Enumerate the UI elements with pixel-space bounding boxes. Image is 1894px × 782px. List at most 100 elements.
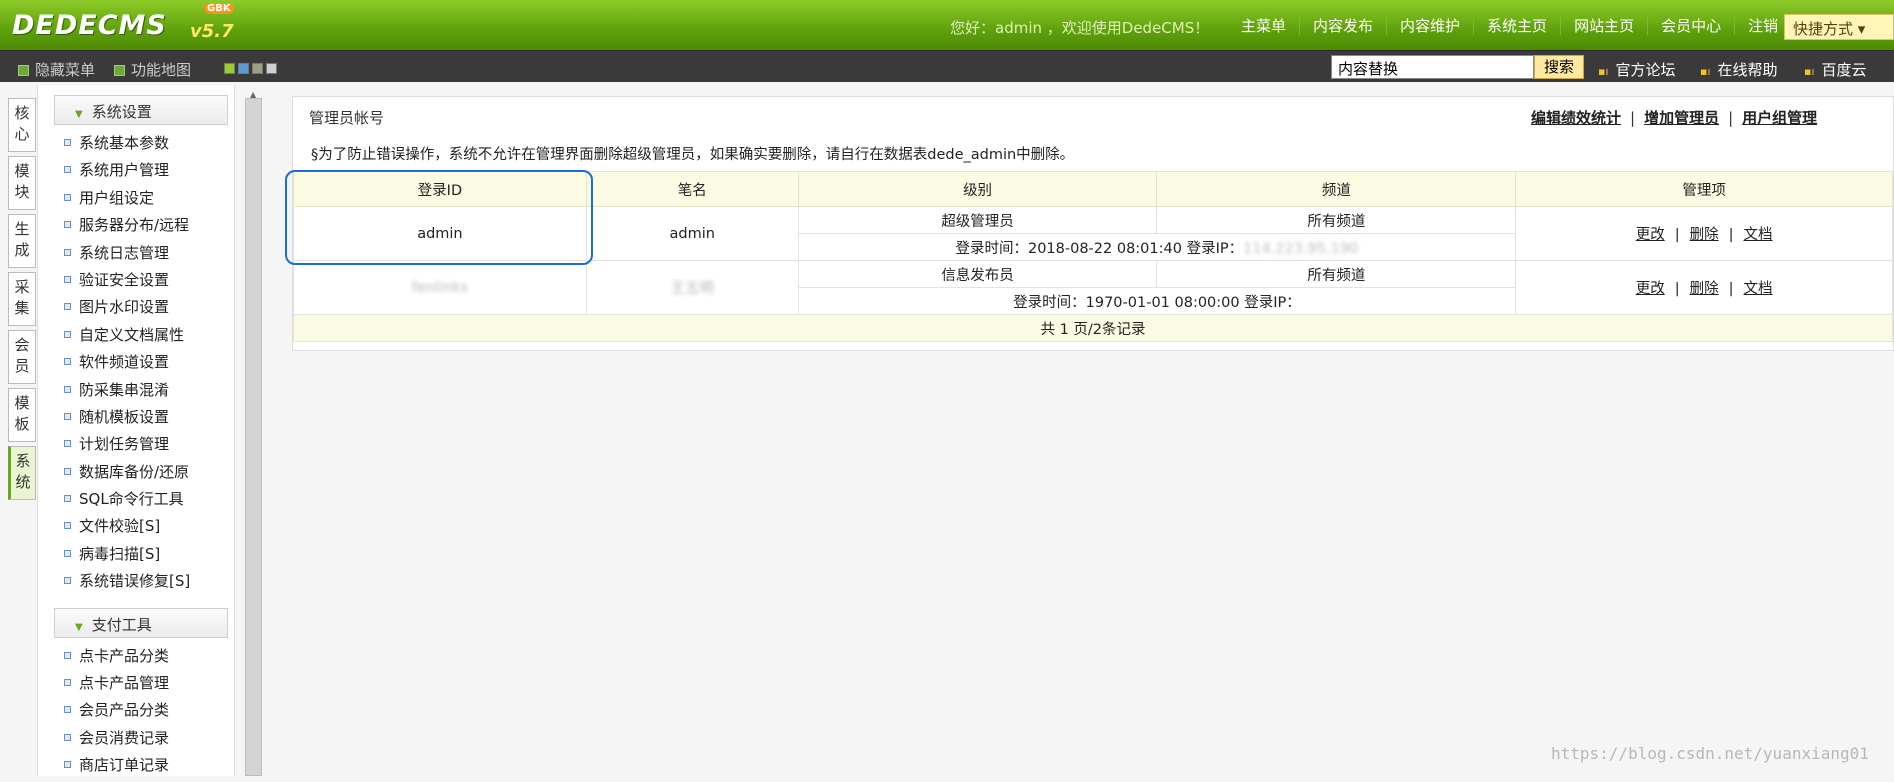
menu-item[interactable]: 自定义文档属性 [38,324,234,351]
menu-section-label: 支付工具 [91,615,152,634]
theme-swatch-green[interactable] [224,63,235,74]
nav-main-menu[interactable]: 主菜单 [1228,17,1301,35]
welcome-text: 您好：admin ，欢迎使用DedeCMS！ [950,19,1210,37]
menu-item-label: 验证安全设置 [79,270,170,289]
menu-item[interactable]: 防采集串混淆 [38,379,234,406]
theme-swatch-olive[interactable] [252,63,263,74]
bullet-icon [64,330,71,338]
menu-item-label: 系统基本参数 [79,134,170,152]
link-online-help[interactable]: ▪ı 在线帮助 [1700,59,1778,80]
cell-actions: 更改 | 删除 | 文档 [1515,260,1893,315]
docs-link[interactable]: 文档 [1744,281,1773,297]
menu-item[interactable]: 图片水印设置 [38,296,234,323]
menu-scrollbar[interactable] [245,98,262,776]
bullet-icon [64,522,71,530]
menu-item-label: 点卡产品管理 [79,674,170,693]
tab-system[interactable]: 系统 [8,446,36,500]
tab-modules[interactable]: 模块 [8,156,36,210]
tab-core[interactable]: 核心 [8,98,36,152]
quick-shortcuts-button[interactable]: 快捷方式 ▾ [1784,14,1894,40]
separator: | [1674,281,1680,297]
link-official-forum[interactable]: ▪ı 官方论坛 [1598,59,1676,80]
menu-item[interactable]: 数据库备份/还原 [38,461,234,488]
menu-item[interactable]: 系统错误修复[S] [38,570,234,597]
bullet-icon [64,303,71,311]
function-map-button[interactable]: 功能地图 [114,59,191,80]
menu-section-system-settings[interactable]: ▼ 系统设置 [54,95,228,125]
menu-item[interactable]: 点卡产品分类 [38,645,234,672]
edit-performance-link[interactable]: 编辑绩效统计 [1531,109,1621,127]
theme-swatch-blue[interactable] [238,63,249,74]
link-baidu-cloud[interactable]: ▪ı 百度云 [1804,59,1867,80]
hide-menu-button[interactable]: 隐藏菜单 [18,59,95,80]
tab-collect[interactable]: 采集 [8,272,36,326]
menu-item[interactable]: 软件频道设置 [38,351,234,378]
menu-item-label: 软件频道设置 [79,353,170,372]
menu-item[interactable]: 服务器分布/远程 [38,214,234,241]
menu-item[interactable]: 随机模板设置 [38,406,234,433]
theme-swatches [224,63,277,74]
menu-item[interactable]: SQL命令行工具 [38,488,234,515]
edit-link[interactable]: 更改 [1636,227,1665,243]
docs-link[interactable]: 文档 [1744,227,1773,243]
menu-item[interactable]: 验证安全设置 [38,269,234,296]
tab-members[interactable]: 会员 [8,330,36,384]
tab-generate[interactable]: 生成 [8,214,36,268]
menu-item[interactable]: 系统基本参数 [38,132,234,159]
bullet-icon [64,495,71,503]
login-ip-blurred: 114.223.95.190 [1243,240,1359,257]
menu-item-label: 点卡产品分类 [79,646,170,665]
menu-item[interactable]: 计划任务管理 [38,433,234,460]
menu-item[interactable]: 会员产品分类 [38,699,234,726]
menu-item[interactable]: 文件校验[S] [38,515,234,542]
separator: | [1728,281,1734,297]
menu-item-label: 会员产品分类 [79,701,170,720]
delete-link[interactable]: 删除 [1690,227,1719,243]
chevron-down-icon: ▾ [1857,20,1866,38]
bullet-icon [64,679,71,687]
triangle-down-icon: ▼ [75,621,83,633]
menu-item-label: 系统用户管理 [79,161,170,180]
link-label: 在线帮助 [1717,61,1778,79]
menu-item[interactable]: 用户组设定 [38,187,234,214]
add-admin-link[interactable]: 增加管理员 [1644,109,1719,127]
signal-icon: ▪ı [1700,65,1711,78]
logo-version: v5.7 [190,21,234,42]
menu-item-label: 计划任务管理 [79,435,170,454]
theme-swatch-gray[interactable] [266,63,277,74]
cell-level: 超级管理员 [797,206,1158,234]
nav-member-center[interactable]: 会员中心 [1648,17,1736,35]
menu-item-label: 防采集串混淆 [79,380,170,399]
bullet-icon [64,440,71,448]
menu-item[interactable]: 会员消费记录 [38,727,234,754]
col-channel: 频道 [1156,171,1517,207]
top-header: DEDECMS v5.7 GBK 您好：admin ，欢迎使用DedeCMS！ … [0,0,1894,50]
nav-content-maintain[interactable]: 内容维护 [1387,17,1475,35]
menu-item[interactable]: 系统日志管理 [38,242,234,269]
logo-badge: GBK [204,3,234,14]
nav-logout[interactable]: 注销 [1735,17,1791,35]
nav-content-publish[interactable]: 内容发布 [1300,17,1388,35]
nav-system-home[interactable]: 系统主页 [1474,17,1562,35]
menu-section-payment-tools[interactable]: ▼ 支付工具 [54,607,228,638]
menu-item-label: 用户组设定 [79,188,155,207]
menu-item-label: 图片水印设置 [79,298,170,317]
link-label: 官方论坛 [1615,61,1676,79]
menu-item[interactable]: 商店订单记录 [38,754,234,781]
search-input[interactable]: 内容替换 [1331,55,1534,79]
tab-templates[interactable]: 模板 [8,388,36,442]
separator: | [1728,109,1734,127]
cell-login-id: fenlinks [293,260,587,315]
delete-link[interactable]: 删除 [1690,281,1719,297]
menu-item[interactable]: 系统用户管理 [38,159,234,186]
nav-site-home[interactable]: 网站主页 [1561,17,1649,35]
search-button[interactable]: 搜索 [1534,55,1584,79]
menu-item[interactable]: 病毒扫描[S] [38,543,234,570]
menu-item[interactable]: 点卡产品管理 [38,672,234,699]
menu-list-system: 系统基本参数 系统用户管理 用户组设定 服务器分布/远程 系统日志管理 验证安全… [38,132,234,598]
separator: | [1728,227,1734,243]
usergroup-manage-link[interactable]: 用户组管理 [1742,109,1817,127]
edit-link[interactable]: 更改 [1636,281,1665,297]
menu-list-payment: 点卡产品分类 点卡产品管理 会员产品分类 会员消费记录 商店订单记录 [38,645,234,782]
cell-pen-name: admin [585,206,799,261]
